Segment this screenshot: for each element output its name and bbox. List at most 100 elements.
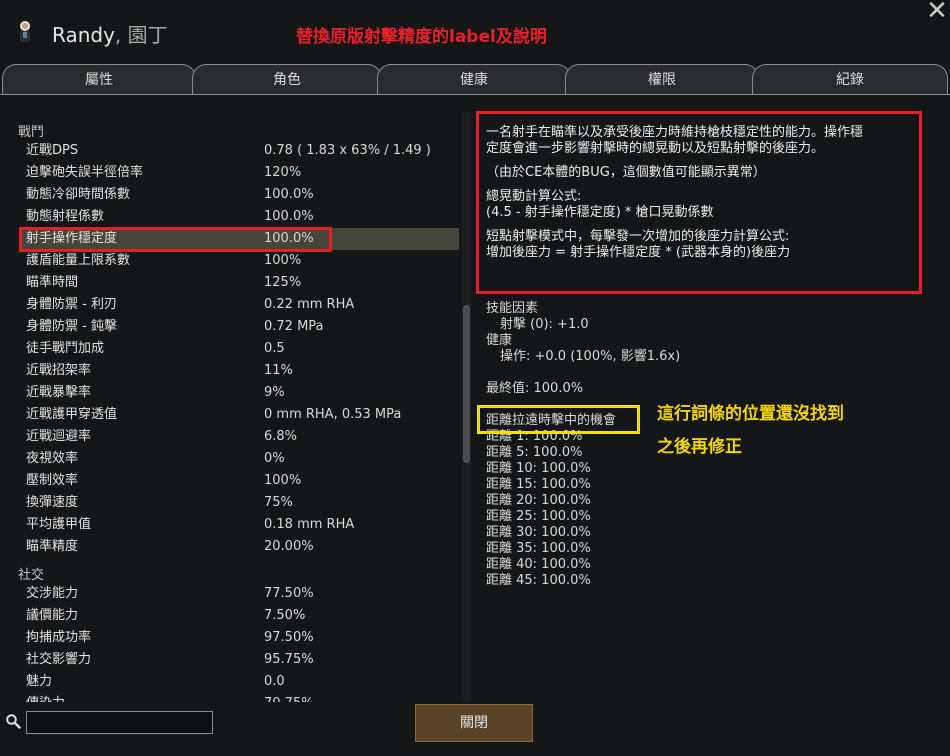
stat-row[interactable]: 換彈速度 75% [20,492,460,514]
health-factor-item: 操作: +0.0 (100%, 影響1.6x) [500,349,681,364]
stat-row[interactable]: 近戰護甲穿透值 0 mm RHA, 0.53 MPa [20,404,460,426]
stat-value: 95.75% [264,652,314,667]
range-chance-item: 距離 35: 100.0% [486,541,591,556]
stat-label: 動態射程係數 [26,209,105,224]
stat-row[interactable]: 壓制效率 100% [20,470,460,492]
stat-value: 11% [264,363,293,378]
tab-character[interactable]: 角色 [192,64,382,94]
stat-row[interactable]: 夜視效率 0% [20,448,460,470]
stat-label: 交涉能力 [26,586,79,601]
stat-label: 近戰DPS [26,143,79,158]
stat-value: 0.22 mm RHA [264,297,355,312]
stat-row[interactable]: 拘捕成功率 97.50% [20,627,460,649]
stat-label: 議價能力 [26,608,79,623]
stat-label: 近戰暴擊率 [26,385,92,400]
scrollbar-thumb[interactable] [463,305,470,463]
stat-row[interactable]: 近戰暴擊率 9% [20,382,460,404]
pawn-role: 園丁 [127,23,168,47]
skill-factor-header: 技能因素 [486,301,539,316]
annotation-top: 替換原版射擊精度的label及說明 [296,27,547,47]
stat-row[interactable]: 近戰DPS 0.78 ( 1.83 x 63% / 1.49 ) [20,140,460,162]
stat-row[interactable]: 社交影響力 95.75% [20,649,460,671]
stat-value: 100.0% [264,187,314,202]
description-line: 總晃動計算公式: [486,189,582,204]
range-chance-item: 距離 40: 100.0% [486,557,591,572]
stat-value: 20.00% [264,539,314,554]
stat-label: 身體防禦 - 利刃 [26,297,117,312]
final-value: 最終值: 100.0% [486,381,584,396]
stat-label: 瞄準精度 [26,539,79,554]
description-line: （由於CE本體的BUG，這個數值可能顯示異常） [486,165,766,180]
stat-row[interactable]: 動態冷卻時間係數 100.0% [20,184,460,206]
title-separator: , [114,23,128,47]
pawn-name: Randy [52,23,115,47]
stat-label: 近戰迴避率 [26,429,92,444]
stat-value: 9% [264,385,285,400]
highlight-box-range-header [477,405,640,434]
stat-row[interactable]: 護盾能量上限系數 100% [20,250,460,272]
stat-value: 97.50% [264,630,314,645]
stat-row[interactable]: 瞄準時間 125% [20,272,460,294]
tab-stats[interactable]: 屬性 [2,64,196,94]
range-chance-item: 距離 25: 100.0% [486,509,591,524]
stat-row[interactable]: 瞄準精度 20.00% [20,536,460,558]
tab-log[interactable]: 紀錄 [752,64,948,94]
stat-label: 瞄準時間 [26,275,79,290]
close-icon[interactable]: ✕ [926,0,948,24]
stat-value: 0 mm RHA, 0.53 MPa [264,407,402,422]
stat-label: 身體防禦 - 鈍擊 [26,319,117,334]
description-line: 增加後座力 = 射手操作穩定度 * (武器本身的)後座力 [486,245,791,260]
tab-permissions[interactable]: 權限 [565,64,759,94]
stat-value: 7.50% [264,608,306,623]
stat-value: 0.5 [264,341,285,356]
annotation-yellow-line1: 這行詞條的位置還沒找到 [657,404,844,424]
pawn-portrait-icon [14,20,36,44]
stat-row[interactable]: 迫擊砲失誤半徑倍率 120% [20,162,460,184]
range-chance-item: 距離 45: 100.0% [486,573,591,588]
section-social: 社交 [18,568,45,583]
stat-value: 100% [264,253,302,268]
stat-value: 0.18 mm RHA [264,517,355,532]
range-chance-item: 距離 10: 100.0% [486,461,591,476]
description-line: (4.5 - 射手操作穩定度) * 槍口晃動係數 [486,205,714,220]
stat-row[interactable]: 傳染力 70.75% [20,693,460,702]
stat-row[interactable]: 身體防禦 - 鈍擊 0.72 MPa [20,316,460,338]
description-line: 短點射擊模式中，每擊發一次增加的後座力計算公式: [486,229,790,244]
stat-value: 100% [264,473,302,488]
stat-value: 0% [264,451,285,466]
stat-row[interactable]: 議價能力 7.50% [20,605,460,627]
stat-label: 壓制效率 [26,473,79,488]
highlight-box-selected-stat [19,227,332,252]
tab-divider [0,94,950,95]
tab-health[interactable]: 健康 [377,64,571,94]
search-icon [5,713,21,729]
stat-label: 傳染力 [26,693,65,702]
stat-row[interactable]: 近戰迴避率 6.8% [20,426,460,448]
stat-row[interactable]: 交涉能力 77.50% [20,583,460,605]
stat-row[interactable]: 身體防禦 - 利刃 0.22 mm RHA [20,294,460,316]
stat-value: 125% [264,275,302,290]
stat-row[interactable]: 平均護甲值 0.18 mm RHA [20,514,460,536]
stat-value: 77.50% [264,586,314,601]
annotation-yellow-line2: 之後再修正 [657,437,742,457]
stat-value: 0.72 MPa [264,319,324,334]
stat-label: 魅力 [26,674,53,689]
search-input[interactable] [26,711,213,734]
stat-label: 護盾能量上限系數 [26,253,131,268]
stat-label: 平均護甲值 [26,517,92,532]
description-line: 一名射手在瞄準以及承受後座力時維持槍枝穩定性的能力。操作穩 [486,125,864,140]
stat-row[interactable]: 徒手戰鬥加成 0.5 [20,338,460,360]
health-factor-header: 健康 [486,333,513,348]
stat-row[interactable]: 魅力 0.0 [20,671,460,693]
stat-label: 拘捕成功率 [26,630,92,645]
stat-label: 社交影響力 [26,652,92,667]
stat-label: 換彈速度 [26,495,79,510]
range-chance-item: 距離 15: 100.0% [486,477,591,492]
stat-label: 動態冷卻時間係數 [26,187,131,202]
close-button[interactable]: 關閉 [415,704,533,742]
description-line: 定度會進一步影響射擊時的總晃動以及短點射擊的後座力。 [486,141,825,156]
stat-row[interactable]: 近戰招架率 11% [20,360,460,382]
section-combat: 戰鬥 [18,125,45,140]
stat-row[interactable]: 動態射程係數 100.0% [20,206,460,228]
stat-label: 近戰護甲穿透值 [26,407,118,422]
